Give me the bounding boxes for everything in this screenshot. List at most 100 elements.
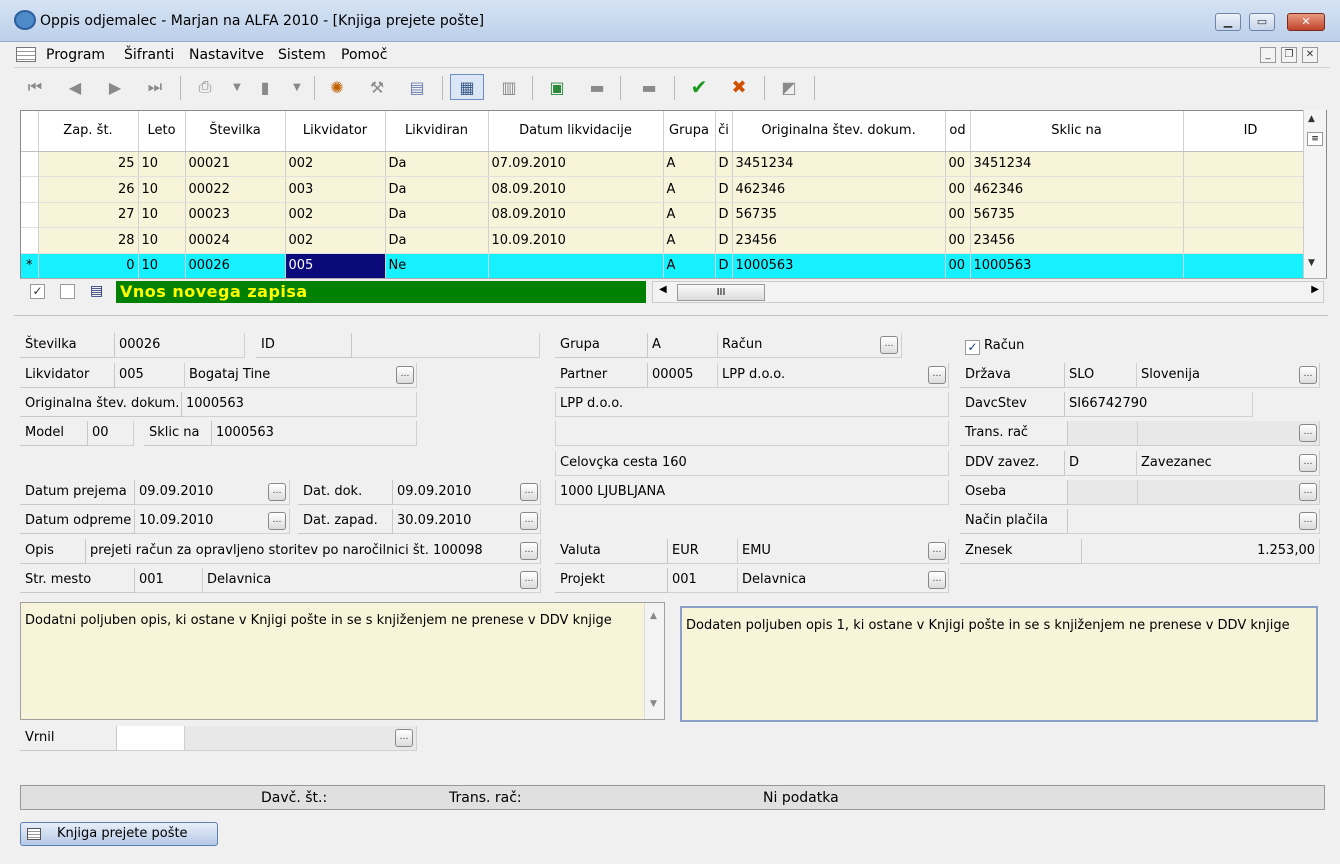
cell-stevilka[interactable]: 00022 <box>185 176 286 203</box>
new-record-icon[interactable]: ▣ <box>546 76 568 98</box>
col-header-stevilka[interactable]: Številka <box>185 111 286 152</box>
cell-sklic[interactable]: 23456 <box>970 227 1184 254</box>
nacin-placila-lookup-button[interactable]: … <box>1299 512 1317 530</box>
cell-stevilka[interactable]: 00023 <box>185 202 286 228</box>
sklic-field[interactable]: 1000563 <box>212 421 417 446</box>
dat-dok-picker-button[interactable]: … <box>520 483 538 501</box>
cell-likvidiran[interactable]: Da <box>385 202 489 228</box>
cell-zap-st[interactable]: 26 <box>38 176 139 203</box>
grid-horizontal-scrollbar[interactable]: ◀ III ▶ <box>652 281 1324 303</box>
cell-zap-st[interactable]: 28 <box>38 227 139 254</box>
previous-record-icon[interactable]: ◀ <box>64 76 86 98</box>
dodatni-opis-textarea[interactable]: Dodatni poljuben opis, ki ostane v Knjig… <box>20 602 665 720</box>
cell-likvidator-active[interactable]: 005 <box>285 253 386 279</box>
grupa-lookup-button[interactable]: … <box>880 336 898 354</box>
first-record-icon[interactable]: ⏮ <box>24 76 46 98</box>
partner-code-field[interactable]: 00005 <box>648 363 718 388</box>
cell-od[interactable]: 00 <box>945 227 971 254</box>
str-mesto-code-field[interactable]: 001 <box>135 568 203 593</box>
cell-leto[interactable]: 10 <box>138 151 186 177</box>
cell-od[interactable]: 00 <box>945 151 971 177</box>
menu-program[interactable]: Program <box>46 47 105 63</box>
tools-icon[interactable]: ⚒ <box>366 76 388 98</box>
dat-dok-field[interactable]: 09.09.2010 <box>393 480 541 505</box>
address-line-4[interactable]: 1000 LJUBLJANA <box>555 480 949 505</box>
drzava-lookup-button[interactable]: … <box>1299 366 1317 384</box>
cell-ci[interactable]: D <box>715 202 733 228</box>
cell-leto[interactable]: 10 <box>138 202 186 228</box>
table-row-selected[interactable]: * 0 10 00026 005 Ne A D 1000563 00 10005… <box>21 253 1319 279</box>
dat-zapad-picker-button[interactable]: … <box>520 512 538 530</box>
partner-lookup-button[interactable]: … <box>928 366 946 384</box>
stevilka-field[interactable]: 00026 <box>115 333 245 358</box>
record-list-icon[interactable]: ▤ <box>90 283 103 299</box>
records-grid[interactable]: Zap. št. Leto Številka Likvidator Likvid… <box>20 110 1327 304</box>
cell-ci[interactable]: D <box>715 227 733 254</box>
cell-grupa[interactable]: A <box>663 202 716 228</box>
oseba-name-field[interactable] <box>1138 480 1320 505</box>
address-line-3[interactable]: Celovçka cesta 160 <box>555 451 949 476</box>
cell-originalna[interactable]: 1000563 <box>732 253 946 279</box>
cell-sklic[interactable]: 3451234 <box>970 151 1184 177</box>
cell-likvidiran[interactable]: Da <box>385 176 489 203</box>
projekt-name-field[interactable]: Delavnica <box>738 568 949 593</box>
cell-id[interactable] <box>1183 227 1319 254</box>
confirm-checkbox[interactable]: ✓ <box>30 284 45 299</box>
str-mesto-lookup-button[interactable]: … <box>520 571 538 589</box>
valuta-code-field[interactable]: EUR <box>668 539 738 564</box>
form-view-icon[interactable]: ▥ <box>498 76 520 98</box>
address-line-2[interactable] <box>555 421 949 446</box>
clipboard-icon[interactable]: ▮ <box>254 76 276 98</box>
ddv-name-field[interactable]: Zavezanec <box>1137 451 1320 476</box>
id-field[interactable] <box>352 333 540 358</box>
col-header-od[interactable]: od <box>945 111 971 152</box>
vrnil-lookup-button[interactable]: … <box>395 729 413 747</box>
cell-ci[interactable]: D <box>715 151 733 177</box>
clipboard-dropdown-icon[interactable]: ▼ <box>286 76 308 98</box>
empty-checkbox[interactable] <box>60 284 75 299</box>
drzava-code-field[interactable]: SLO <box>1065 363 1137 388</box>
cell-leto[interactable]: 10 <box>138 176 186 203</box>
scroll-down-icon[interactable]: ▼ <box>1308 258 1315 268</box>
confirm-icon[interactable]: ✔ <box>688 75 710 99</box>
col-header-grupa[interactable]: Grupa <box>663 111 716 152</box>
palette-icon[interactable]: ✺ <box>326 76 348 98</box>
orig-field[interactable]: 1000563 <box>182 392 417 417</box>
drzava-name-field[interactable]: Slovenija <box>1137 363 1320 388</box>
str-mesto-name-field[interactable]: Delavnica <box>203 568 541 593</box>
dodaten-opis-1-textarea[interactable]: Dodaten poljuben opis 1, ki ostane v Knj… <box>680 606 1318 722</box>
col-header-sklic-na[interactable]: Sklic na <box>970 111 1184 152</box>
cell-originalna[interactable]: 56735 <box>732 202 946 228</box>
table-row[interactable]: 28 10 00024 002 Da 10.09.2010 A D 23456 … <box>21 227 1319 254</box>
valuta-name-field[interactable]: EMU <box>738 539 949 564</box>
cell-sklic[interactable]: 462346 <box>970 176 1184 203</box>
print-dropdown-icon[interactable]: ▼ <box>226 76 248 98</box>
last-record-icon[interactable]: ⏭ <box>144 76 166 98</box>
cell-sklic[interactable]: 1000563 <box>970 253 1184 279</box>
likvidator-name-field[interactable]: Bogataj Tine <box>185 363 417 388</box>
trans-rac-code-field[interactable] <box>1068 421 1138 446</box>
cancel-icon[interactable]: ✖ <box>728 76 750 98</box>
maximize-button[interactable]: ▭ <box>1249 13 1275 31</box>
dat-zapad-field[interactable]: 30.09.2010 <box>393 509 541 534</box>
valuta-lookup-button[interactable]: … <box>928 542 946 560</box>
grupa-name-field[interactable]: Račun <box>718 333 902 358</box>
racun-checkbox[interactable]: ✓ <box>965 340 980 355</box>
trans-rac-lookup-button[interactable]: … <box>1299 424 1317 442</box>
grupa-code-field[interactable]: A <box>648 333 718 358</box>
nacin-placila-field[interactable] <box>1068 509 1320 534</box>
scroll-right-icon[interactable]: ▶ <box>1311 284 1319 295</box>
col-header-likvidiran[interactable]: Likvidiran <box>385 111 489 152</box>
mdi-minimize-button[interactable]: _ <box>1260 47 1276 63</box>
cell-datum[interactable]: 08.09.2010 <box>488 176 664 203</box>
scroll-left-icon[interactable]: ◀ <box>659 284 667 295</box>
book-icon[interactable]: ▤ <box>406 76 428 98</box>
trans-rac-name-field[interactable] <box>1138 421 1320 446</box>
col-header-zap-st[interactable]: Zap. št. <box>38 111 139 152</box>
col-header-id[interactable]: ID <box>1183 111 1319 152</box>
minimize-button[interactable]: ▁ <box>1215 13 1241 31</box>
cell-datum[interactable]: 07.09.2010 <box>488 151 664 177</box>
cell-grupa[interactable]: A <box>663 253 716 279</box>
cell-id[interactable] <box>1183 151 1319 177</box>
cell-stevilka[interactable]: 00024 <box>185 227 286 254</box>
